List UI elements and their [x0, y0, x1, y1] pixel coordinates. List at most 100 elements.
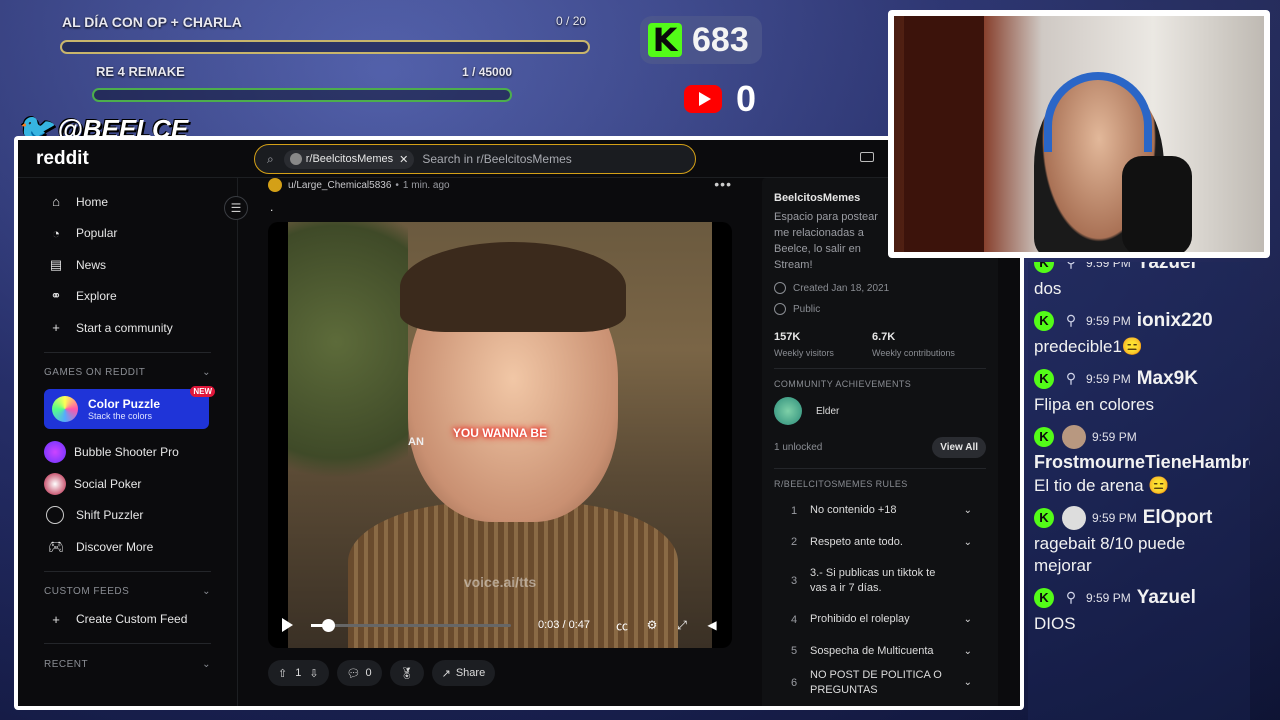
news-icon: ▤: [49, 256, 63, 272]
section-title: CUSTOM FEEDS: [44, 586, 130, 597]
popular-icon: ◔: [52, 225, 60, 241]
rules-heading: R/BEELCITOSMEMES RULES: [774, 479, 908, 489]
rule-item[interactable]: 6 NO POST DE POLITICA O PREGUNTAS ⌄: [774, 667, 986, 699]
sidebar-item-home[interactable]: ⌂ Home: [18, 186, 237, 218]
share-button[interactable]: ↗ Share: [431, 660, 496, 686]
create-feed-label: Create Custom Feed: [76, 612, 188, 627]
comments-button[interactable]: 💬︎ 0: [336, 660, 382, 686]
discover-more-games[interactable]: 🎮︎ Discover More: [18, 531, 237, 563]
chat-username: FrostmourneTieneHambre: [1034, 452, 1250, 472]
chat-username: Max9K: [1136, 368, 1198, 389]
divider: [44, 351, 211, 353]
video-watermark: voice.ai/tts: [463, 574, 537, 590]
post-title[interactable]: .: [270, 200, 746, 220]
chat-message: K 9:59 PM FrostmourneTieneHambre El tio d…: [1028, 424, 1250, 497]
subreddit-chip-label: r/BeelcitosMemes: [305, 153, 394, 165]
post-options-icon[interactable]: •••: [714, 176, 732, 192]
stat-visitors: 157K Weekly visitors: [774, 331, 834, 358]
sidebar-item-label: Explore: [76, 289, 117, 304]
games-section-header[interactable]: GAMES ON REDDIT ⌄: [18, 361, 237, 385]
collapse-menu-button[interactable]: ☰: [224, 196, 248, 220]
video-player[interactable]: AN YOU WANNA BE voice.ai/tts 0:03 / 0:47…: [268, 222, 732, 648]
chevron-down-icon: ⌄: [963, 645, 972, 657]
create-custom-feed[interactable]: + Create Custom Feed: [18, 604, 237, 636]
sidebar-item-start-community[interactable]: + Start a community: [18, 312, 237, 344]
sidebar-item-explore[interactable]: ⚭ Explore: [18, 281, 237, 313]
chat-text: El tio de arena 😑: [1034, 476, 1170, 495]
vote-count: 1: [295, 667, 302, 679]
post-meta: u/Large_Chemical5836 • 1 min. ago: [268, 178, 746, 192]
kick-follower-counter: K 683: [640, 16, 762, 64]
game-bubble-shooter[interactable]: Bubble Shooter Pro: [18, 437, 237, 469]
chat-message: K ⚲ 9:59 PM ionix220 predecible1😑: [1028, 308, 1250, 358]
author-avatar[interactable]: [268, 178, 282, 192]
seek-handle[interactable]: [321, 618, 335, 632]
downvote-icon[interactable]: ⇩: [309, 667, 318, 680]
chat-username: ElOport: [1142, 507, 1213, 528]
plus-icon: +: [52, 320, 60, 336]
chevron-down-icon: ⌄: [202, 658, 211, 670]
rule-item[interactable]: 1 No contenido +18 ⌄: [774, 495, 986, 527]
post: u/Large_Chemical5836 • 1 min. ago ••• . …: [268, 176, 746, 706]
video-seek-bar[interactable]: [311, 618, 511, 632]
post-actions: ⇧ 1 ⇩ 💬︎ 0 🏅︎ ↗ Share: [268, 660, 503, 686]
gamepad-icon: 🎮︎: [48, 538, 65, 554]
reddit-app: reddit ⌕ r/BeelcitosMemes ✕ Search in r/B…: [18, 140, 1020, 706]
game-social-poker[interactable]: Social Poker: [18, 468, 237, 500]
search-input[interactable]: ⌕ r/BeelcitosMemes ✕ Search in r/Beelcito…: [254, 144, 696, 174]
explore-icon: ⚭: [50, 288, 62, 304]
sidebar-item-popular[interactable]: ◔ Popular: [18, 218, 237, 250]
kick-badge-icon: K: [1034, 311, 1054, 331]
unlocked-count: 1 unlocked: [774, 442, 823, 453]
chat-time: 9:59 PM: [1086, 314, 1131, 328]
poker-icon: [44, 472, 66, 495]
kick-badge-icon: K: [1034, 508, 1054, 528]
user-icon: ⚲: [1065, 262, 1077, 270]
post-author[interactable]: u/Large_Chemical5836: [288, 180, 391, 191]
game-shift-puzzler[interactable]: Shift Puzzler: [18, 500, 237, 532]
kick-badge-icon: K: [1034, 262, 1054, 273]
chat-message: K ⚲ 9:59 PM Max9K Flipa en colores: [1028, 366, 1250, 416]
globe-icon: [774, 303, 786, 315]
volume-icon[interactable]: ◀: [702, 618, 722, 632]
featured-game-color-puzzle[interactable]: Color Puzzle Stack the colors NEW: [44, 385, 215, 429]
sidebar-item-label: Start a community: [76, 320, 173, 335]
recent-header[interactable]: RECENT ⌄: [18, 652, 237, 676]
shift-puzzler-icon: [46, 506, 64, 525]
advertise-icon[interactable]: [860, 152, 874, 162]
user-avatar: [1062, 506, 1086, 530]
user-icon: ⚲: [1065, 589, 1077, 605]
reddit-logo[interactable]: reddit: [36, 148, 89, 170]
custom-feeds-header[interactable]: CUSTOM FEEDS ⌄: [18, 580, 237, 604]
chat-message: K ⚲ 9:59 PM Yazuel dos: [1028, 262, 1250, 300]
chevron-down-icon: ⌄: [963, 614, 972, 626]
search-icon: ⌕: [267, 151, 274, 166]
rule-item[interactable]: 3 3.- Si publicas un tiktok te vas a ir 7…: [774, 558, 986, 604]
rule-item[interactable]: 5 Sospecha de Multicuenta ⌄: [774, 636, 986, 668]
award-button[interactable]: 🏅︎: [389, 660, 424, 686]
chevron-down-icon: ⌄: [202, 367, 211, 378]
browser-window: reddit ⌕ r/BeelcitosMemes ✕ Search in r/B…: [14, 136, 1024, 710]
achievement-elder[interactable]: Elder: [774, 397, 986, 425]
chevron-down-icon: ⌄: [963, 677, 972, 689]
goal-1-count: 0 / 20: [556, 14, 587, 28]
chat-username: Yazuel: [1136, 262, 1196, 273]
game-label: Bubble Shooter Pro: [74, 445, 179, 460]
captions-icon[interactable]: ㏄: [612, 617, 632, 634]
subreddit-chip[interactable]: r/BeelcitosMemes ✕: [283, 149, 415, 169]
divider: [44, 643, 211, 644]
settings-icon[interactable]: ⚙: [642, 618, 662, 632]
upvote-icon[interactable]: ⇧: [278, 667, 287, 680]
rule-item[interactable]: 4 Prohibido el roleplay ⌄: [774, 604, 986, 636]
sidebar-item-label: Popular: [76, 226, 118, 241]
section-title: GAMES ON REDDIT: [44, 367, 146, 378]
rule-item[interactable]: 2 Respeto ante todo. ⌄: [774, 527, 986, 559]
section-title: RECENT: [44, 658, 89, 670]
chip-close-icon[interactable]: ✕: [399, 153, 408, 166]
stat-contributions: 6.7K Weekly contributions: [872, 331, 955, 358]
view-all-button[interactable]: View All: [932, 437, 986, 458]
play-icon[interactable]: [282, 618, 293, 632]
sidebar-item-news[interactable]: ▤ News: [18, 249, 237, 281]
divider: [44, 570, 211, 572]
fullscreen-icon[interactable]: ⤢: [672, 618, 692, 633]
